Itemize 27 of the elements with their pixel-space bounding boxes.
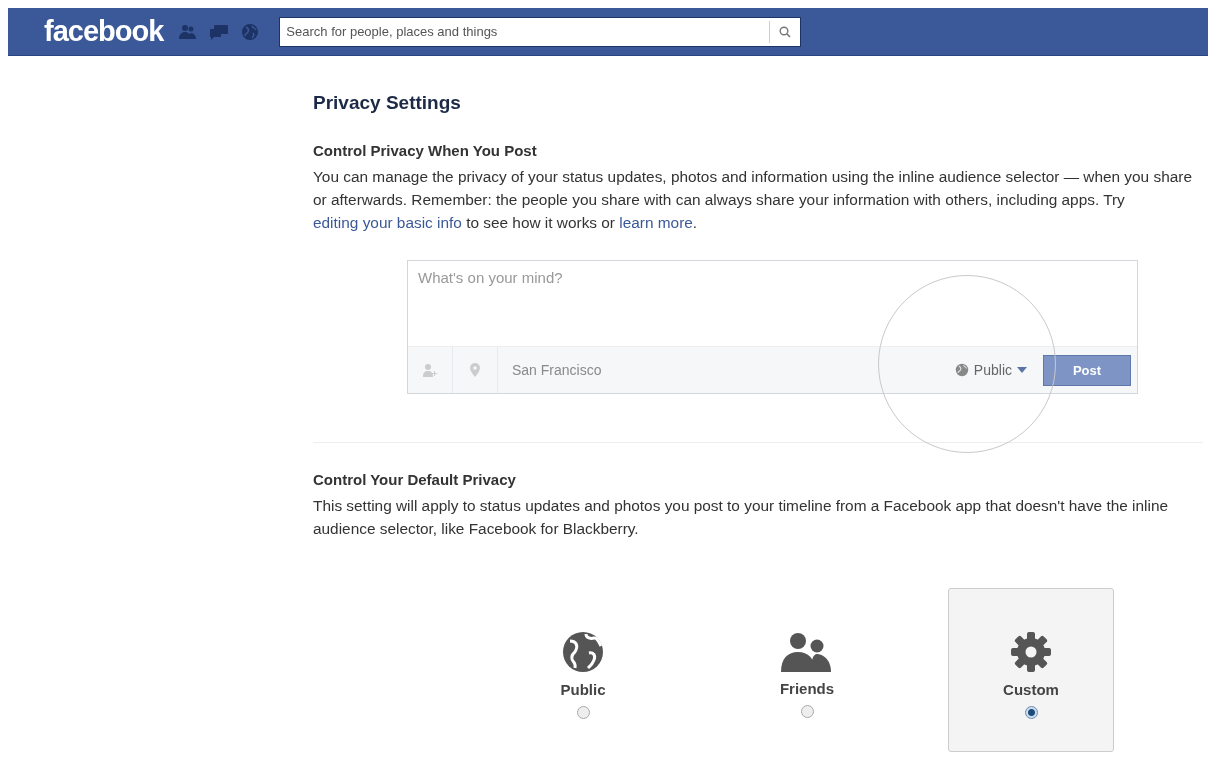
radio-button[interactable] [800, 705, 814, 718]
gear-icon [1010, 631, 1052, 673]
option-label: Friends [779, 680, 835, 697]
radio-button[interactable] [576, 706, 590, 719]
logo[interactable]: facebook [44, 15, 164, 48]
text-link[interactable]: editing your basic info [313, 214, 462, 231]
section-heading: Control Your Default Privacy [313, 471, 517, 488]
friends-icon [781, 632, 833, 672]
caret-icon [1017, 367, 1027, 373]
page-title: Privacy Settings [313, 92, 462, 114]
location-pin-icon[interactable] [470, 363, 480, 377]
section-description: This setting will apply to status updates and photos you post to your timeline from a Facebook app that doesn't have the inline audience selector, like Facebook for Blackberry. [313, 496, 1170, 539]
section-heading: Control Privacy When You Post [313, 142, 538, 159]
section-description: You can manage the privacy of your status updates, photos and information using the inline audience selector — when you share or afterwards. Remember: the people you share with can always share your information with others, including apps. Try editing your basic info to see how it works or learn more. [313, 167, 1193, 233]
radio-button[interactable] [1024, 706, 1038, 719]
option-card[interactable]: Custom [948, 588, 1114, 752]
friends-icon[interactable] [179, 23, 198, 40]
messages-icon[interactable] [209, 23, 230, 40]
search-icon[interactable] [779, 25, 792, 38]
text-link[interactable]: learn more [619, 214, 693, 231]
globe-icon [562, 631, 604, 673]
tag-friends-icon[interactable] [422, 363, 438, 377]
option-label: Custom [1003, 681, 1059, 698]
globe-icon[interactable] [241, 22, 260, 41]
globe-icon [954, 363, 969, 377]
option-label: Public [560, 681, 606, 698]
audience-selector[interactable]: Public [954, 362, 1027, 378]
